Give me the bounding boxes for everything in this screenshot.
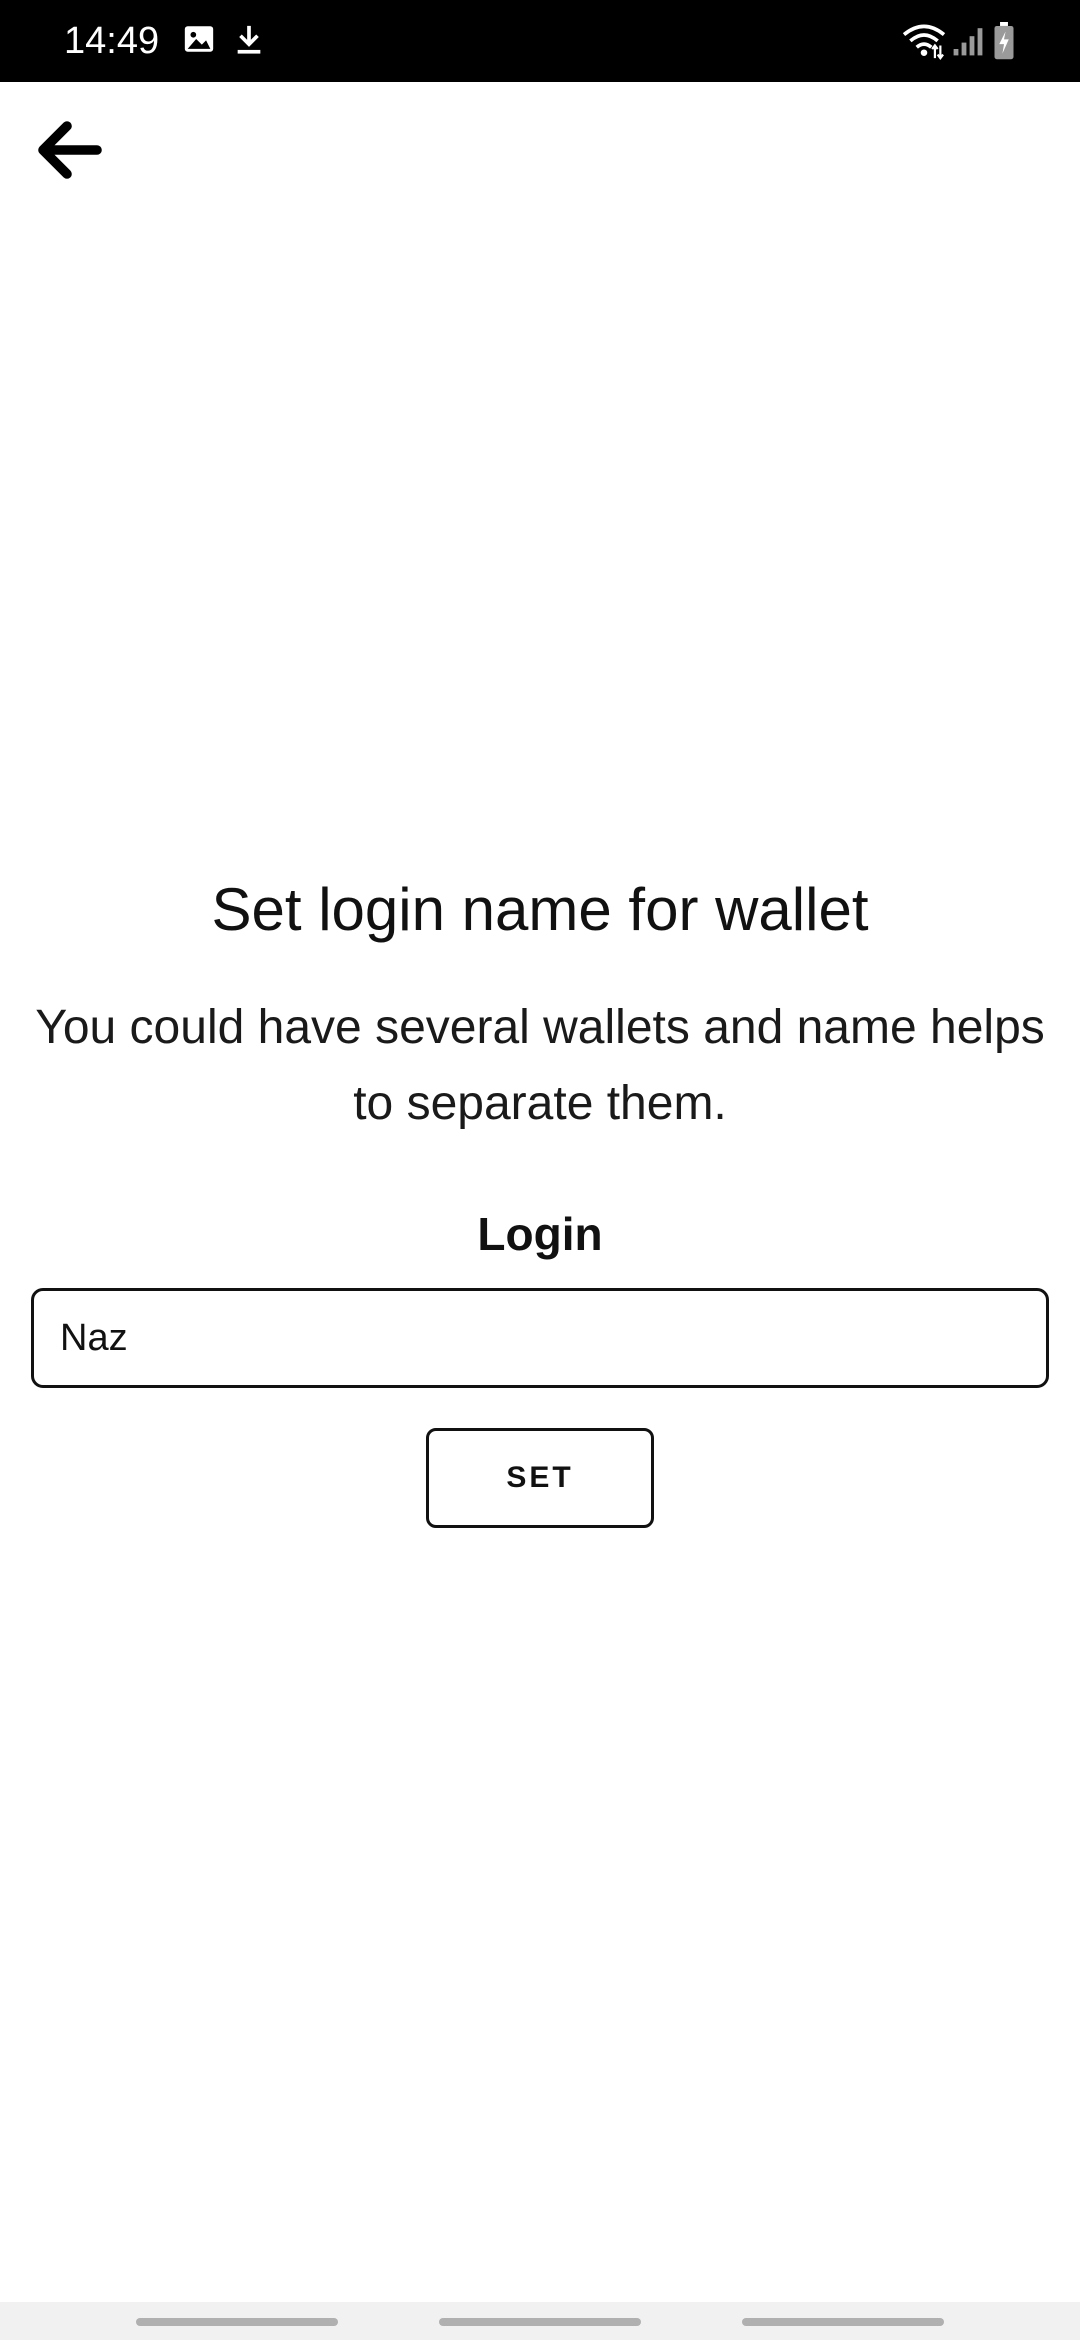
back-button[interactable] bbox=[22, 102, 118, 198]
wifi-icon bbox=[902, 24, 946, 60]
login-label: Login bbox=[477, 1208, 603, 1260]
download-icon bbox=[237, 25, 261, 54]
status-time: 14:49 bbox=[64, 20, 160, 62]
nav-handle-center[interactable] bbox=[439, 2318, 641, 2326]
nav-handle-left[interactable] bbox=[136, 2318, 338, 2326]
arrow-left-icon bbox=[38, 121, 102, 179]
page-title: Set login name for wallet bbox=[211, 876, 869, 943]
app-bar bbox=[0, 82, 1080, 212]
page-description: You could have several wallets and name … bbox=[35, 1001, 1045, 1130]
status-bar: 14:49 bbox=[0, 0, 1080, 82]
login-name-form: Set login name for wallet You could have… bbox=[0, 870, 1080, 1528]
image-icon bbox=[184, 26, 214, 52]
login-input[interactable] bbox=[31, 1288, 1049, 1388]
nav-handle-right[interactable] bbox=[742, 2318, 944, 2326]
gesture-nav-bar bbox=[0, 2302, 1080, 2340]
signal-icon bbox=[953, 28, 983, 56]
set-button[interactable]: SET bbox=[426, 1428, 654, 1528]
battery-icon bbox=[994, 22, 1014, 60]
